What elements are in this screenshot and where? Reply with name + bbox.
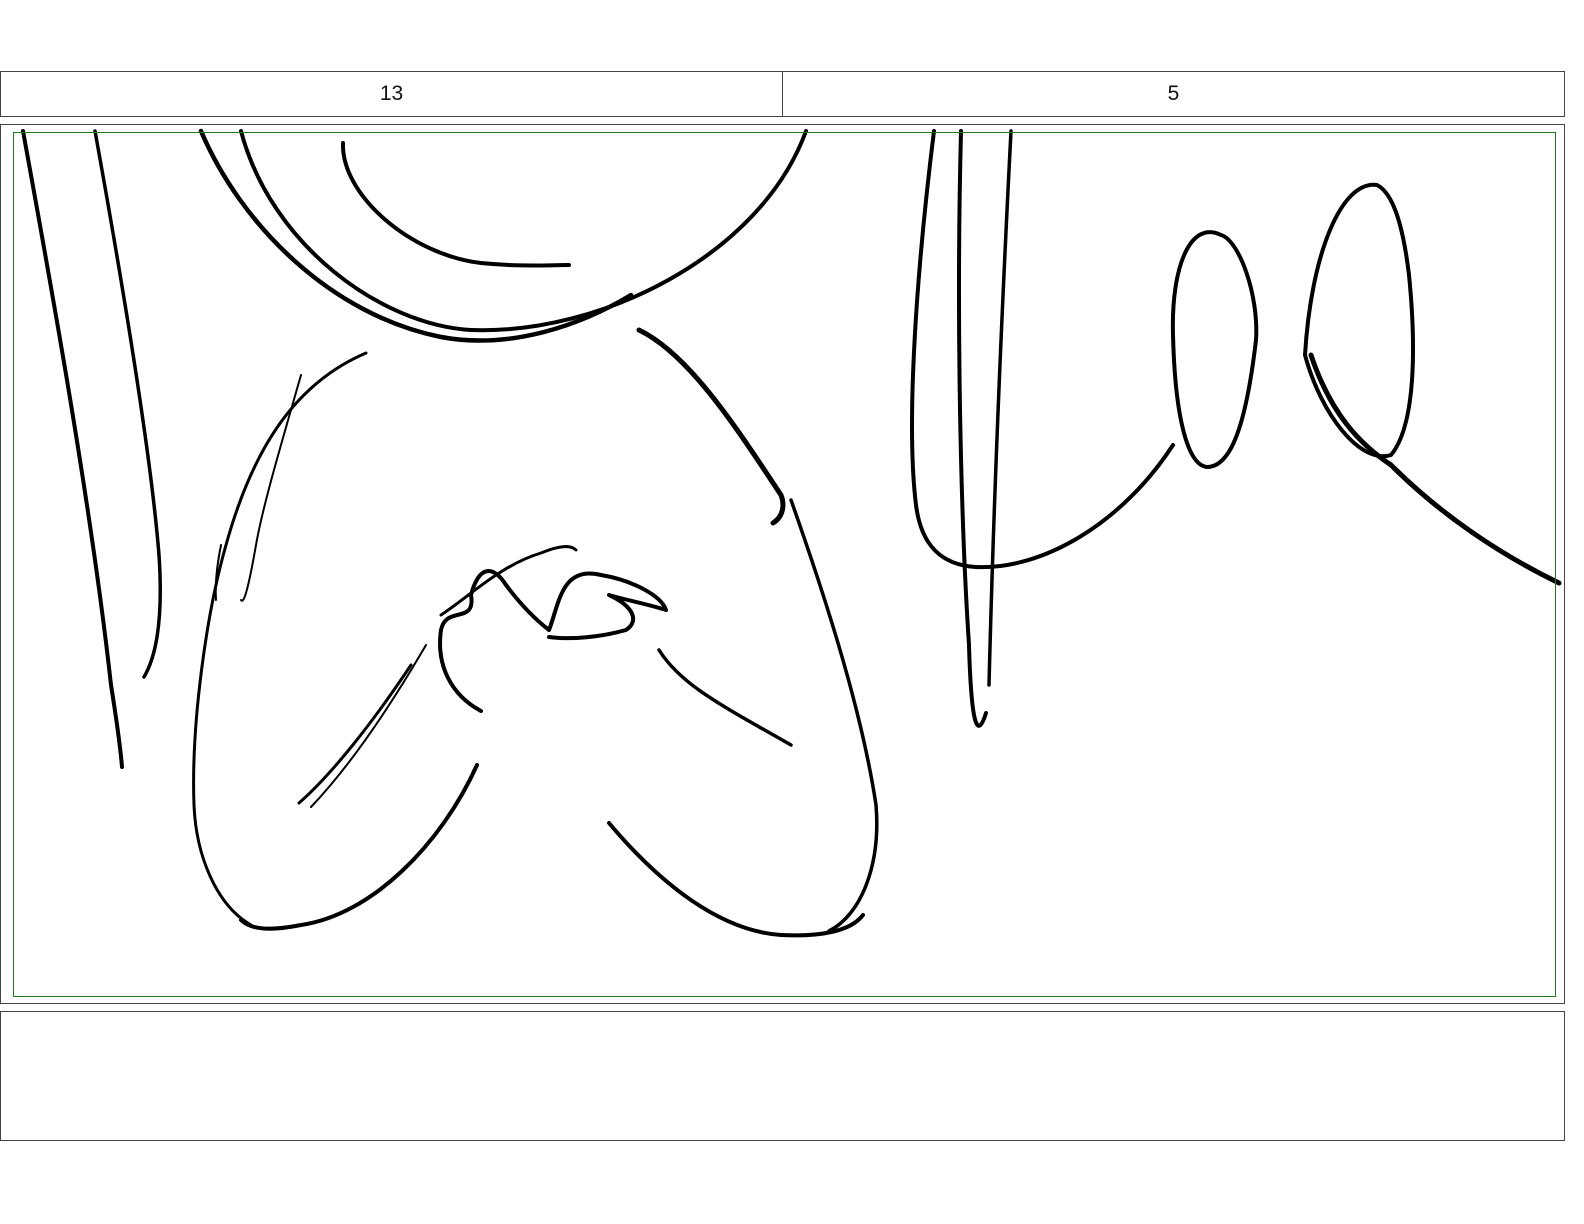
storyboard-page: 13 5	[0, 0, 1584, 1224]
panel-header: 13 5	[0, 71, 1565, 117]
scene-number: 13	[379, 82, 404, 105]
safe-area-guide	[13, 132, 1556, 997]
panel-frame	[0, 124, 1565, 1004]
notes-box[interactable]	[0, 1011, 1565, 1141]
panel-number: 5	[782, 72, 1564, 116]
